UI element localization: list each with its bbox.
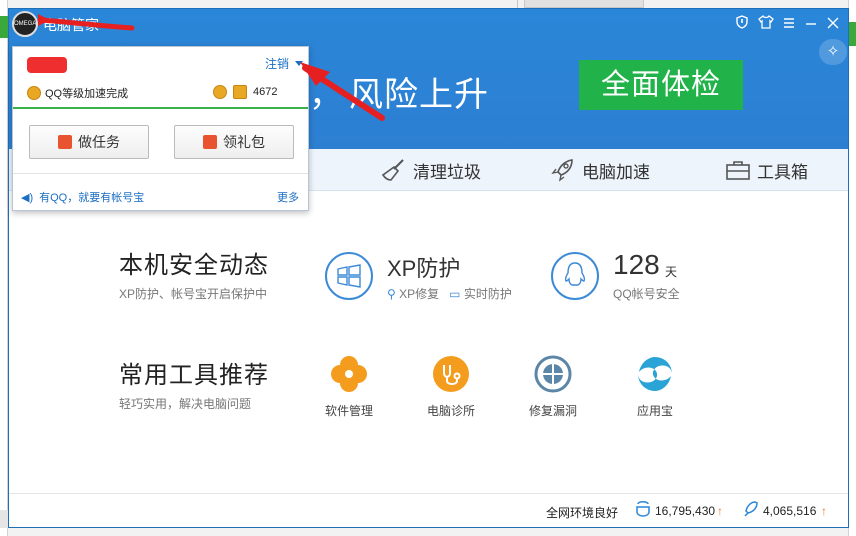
app-store-icon: [635, 354, 675, 394]
monitor-icon: ▭: [449, 287, 461, 301]
tool-fix-vulnerabilities[interactable]: 修复漏洞: [508, 354, 598, 419]
get-gift-button[interactable]: 领礼包: [174, 125, 294, 159]
xp-protect-title: XP防护: [387, 256, 461, 281]
account-popup: 注销 QQ等级加速完成 4672 做任务 领礼包 ◀) 有QQ，就要有帐号宝 更…: [12, 46, 309, 211]
qq-level-icon: [27, 86, 41, 100]
tool-label: 修复漏洞: [528, 404, 577, 418]
nav-item-label: 工具箱: [757, 162, 808, 182]
app-logo[interactable]: OMEGA: [12, 11, 38, 37]
nav-item-speedup[interactable]: 电脑加速: [550, 149, 650, 191]
protect-icon: [635, 500, 651, 521]
qq-penguin-icon[interactable]: [551, 252, 599, 300]
nav-item-label: 电脑加速: [582, 162, 650, 182]
stethoscope-icon: [431, 354, 471, 394]
coin-count: 4672: [253, 86, 278, 98]
background-tab: [524, 0, 644, 8]
account-guard-text: 有QQ，就要有帐号宝: [39, 192, 145, 204]
background-divider: [517, 0, 518, 8]
status-bar: 全网环境良好 16,795,430 ↑ 4,065,516 ↑: [9, 493, 848, 527]
security-subtitle: XP防护、帐号宝开启保护中: [119, 287, 268, 301]
patch-globe-icon: [533, 354, 573, 394]
realtime-protect-link[interactable]: ▭ 实时防护: [449, 285, 512, 302]
coin-stack-icon: [233, 85, 247, 99]
tool-label: 电脑诊所: [426, 404, 475, 418]
more-link[interactable]: 更多: [277, 189, 299, 205]
xp-repair-link[interactable]: ⚲ XP修复: [387, 285, 439, 302]
divider: [13, 173, 308, 174]
windows-icon[interactable]: [325, 252, 373, 300]
tools-subtitle: 轻巧实用，解决电脑问题: [119, 397, 252, 411]
tools-title: 常用工具推荐: [119, 362, 269, 389]
tool-label: 软件管理: [324, 404, 373, 418]
do-task-button[interactable]: 做任务: [29, 125, 149, 159]
nav-item-label: 清理垃圾: [413, 162, 481, 182]
account-guard-link[interactable]: ◀) 有QQ，就要有帐号宝: [21, 189, 144, 205]
get-gift-label: 领礼包: [223, 134, 265, 150]
arrow-up-icon: ↑: [717, 504, 723, 518]
tool-label: 应用宝: [636, 404, 673, 418]
wrench-icon: ⚲: [387, 287, 396, 301]
arrow-up-icon: ↑: [821, 504, 827, 518]
full-check-button[interactable]: 全面体检: [579, 60, 743, 110]
minimize-icon[interactable]: [802, 15, 820, 33]
app-title: 电脑管家: [43, 17, 99, 33]
toolbox-icon: [726, 161, 750, 180]
qq-accel-status: QQ等级加速完成: [27, 85, 128, 101]
logout-link[interactable]: 注销: [265, 55, 289, 72]
coin-icon[interactable]: [213, 85, 227, 99]
clover-icon: [329, 354, 369, 394]
hero-headline: 风险上升: [349, 76, 489, 114]
tool-pc-clinic[interactable]: 电脑诊所: [406, 354, 496, 419]
chevron-down-icon[interactable]: [295, 61, 303, 66]
sparkle-icon[interactable]: ✧: [819, 39, 847, 65]
task-flag-icon: [58, 135, 72, 149]
speed-icon: [743, 500, 759, 521]
security-title: 本机安全动态: [119, 252, 269, 279]
protect-count: 16,795,430: [655, 504, 716, 518]
qq-accel-text: QQ等级加速完成: [45, 88, 129, 100]
nav-item-clean[interactable]: 清理垃圾: [381, 149, 481, 191]
gift-icon: [203, 135, 217, 149]
coin-balance: 4672: [213, 85, 277, 99]
close-icon[interactable]: [824, 15, 842, 33]
account-safe-label: QQ帐号安全: [613, 287, 680, 301]
divider: [13, 107, 308, 109]
speed-count: 4,065,516: [763, 504, 817, 518]
redacted-username: [27, 57, 67, 73]
background-window-right: [848, 0, 856, 536]
menu-icon[interactable]: [780, 15, 798, 33]
background-window-left: [0, 0, 8, 536]
xp-protect-links: ⚲ XP修复 ▭ 实时防护: [387, 285, 512, 302]
hero-headline-prefix: ，: [309, 76, 343, 114]
shield-icon[interactable]: [733, 15, 751, 33]
account-safe-days: 128: [613, 249, 660, 280]
xp-repair-label: XP修复: [399, 287, 440, 301]
days-unit: 天: [665, 265, 678, 279]
nav-item-toolbox[interactable]: 工具箱: [725, 149, 808, 191]
do-task-label: 做任务: [78, 134, 120, 150]
rocket-icon: [551, 159, 573, 182]
broom-icon: [381, 159, 404, 181]
shirt-icon[interactable]: [757, 15, 775, 33]
realtime-protect-label: 实时防护: [463, 287, 512, 301]
tool-app-store[interactable]: 应用宝: [610, 354, 700, 419]
speaker-icon: ◀): [21, 191, 34, 204]
tool-software-manager[interactable]: 软件管理: [304, 354, 394, 419]
network-status: 全网环境良好: [546, 506, 619, 520]
